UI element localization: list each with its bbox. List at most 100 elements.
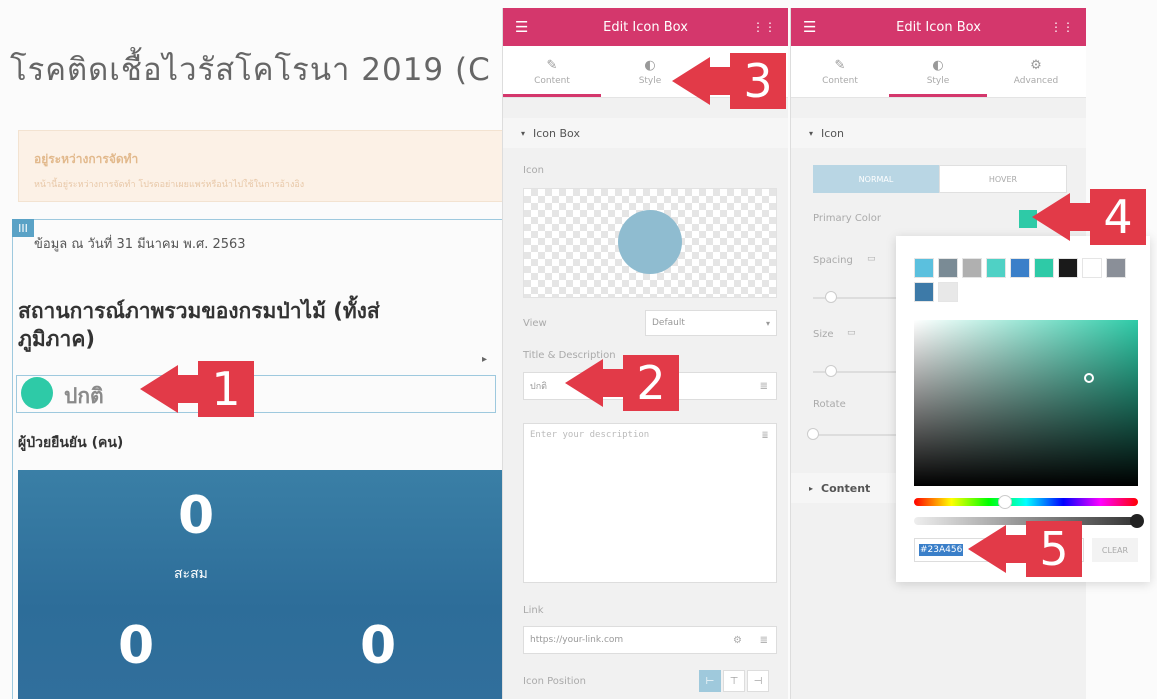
view-label: View (523, 318, 547, 329)
callout-3: 3 (672, 53, 786, 109)
section-icon-label: Icon (821, 126, 845, 140)
caret-down-icon: ▾ (521, 128, 526, 138)
stat-right-value: 0 (360, 616, 397, 676)
monitor-icon[interactable]: ▭ (867, 254, 876, 264)
saturation-cursor[interactable] (1084, 373, 1094, 383)
pencil-icon: ✎ (546, 58, 558, 73)
section-content-label: Content (821, 481, 871, 495)
monitor-icon[interactable]: ▭ (847, 328, 856, 338)
pencil-icon: ✎ (834, 58, 846, 73)
tab-advanced[interactable]: ⚙ Advanced (987, 46, 1085, 97)
callout-2: 2 (565, 355, 679, 411)
panel-header: ☰ Edit Icon Box ⋮⋮ (503, 8, 788, 46)
tab-content-label: Content (822, 76, 858, 86)
color-swatch[interactable] (938, 258, 958, 278)
tab-normal[interactable]: NORMAL (813, 165, 939, 193)
hue-slider[interactable] (914, 495, 1138, 509)
panel-title: Edit Icon Box (896, 19, 981, 35)
circle-icon (618, 210, 682, 274)
tab-style[interactable]: ◐ Style (889, 46, 987, 97)
tab-content-label: Content (534, 76, 570, 86)
page-title: โรคติดเชื้อไวรัสโคโรนา 2019 (C (10, 52, 491, 88)
color-swatch[interactable] (1058, 258, 1078, 278)
spacing-slider-knob[interactable] (825, 291, 837, 303)
description-placeholder: Enter your description (530, 430, 650, 440)
hamburger-menu-icon[interactable]: ☰ (515, 18, 528, 36)
section-handle[interactable]: III (12, 219, 34, 237)
panel-tabs: ✎ Content ◐ Style ⚙ Advanced (791, 46, 1086, 98)
description-textarea[interactable]: Enter your description ≣ (523, 423, 777, 583)
stat-total-value: 0 (178, 486, 215, 546)
database-icon[interactable]: ≣ (762, 430, 768, 441)
tab-advanced-label: Advanced (1013, 76, 1059, 86)
color-swatch[interactable] (1010, 258, 1030, 278)
hamburger-menu-icon[interactable]: ☰ (803, 18, 816, 36)
edit-panel-content: ☰ Edit Icon Box ⋮⋮ ✎ Content ◐ Style ▾ I… (502, 8, 788, 699)
section-title: สถานการณ์ภาพรวมของกรมป่าไม้ (ทั้งส่ ภูมิ… (18, 297, 508, 353)
color-swatches (914, 258, 1138, 302)
link-placeholder: https://your-link.com (530, 635, 624, 645)
section-content[interactable]: ▸ Content (791, 473, 897, 503)
gear-icon: ⚙ (1030, 58, 1042, 73)
database-icon[interactable]: ≣ (760, 635, 768, 646)
view-select[interactable]: Default ▾ (645, 310, 777, 336)
icon-preview[interactable] (523, 188, 777, 298)
section-icon[interactable]: ▾ Icon (791, 118, 1086, 148)
size-slider-knob[interactable] (825, 365, 837, 377)
color-swatch[interactable] (962, 258, 982, 278)
align-top-icon[interactable]: ⊤ (723, 670, 745, 692)
grid-apps-icon[interactable]: ⋮⋮ (752, 20, 776, 34)
align-left-icon[interactable]: ⊢ (699, 670, 721, 692)
clear-button[interactable]: CLEAR (1092, 538, 1138, 562)
cursor-icon: ▸ (482, 354, 488, 365)
tab-style-label: Style (926, 76, 950, 86)
rotate-slider-knob[interactable] (807, 428, 819, 440)
gear-icon[interactable]: ⚙ (733, 635, 742, 646)
tab-style-label: Style (638, 76, 662, 86)
link-label: Link (523, 605, 544, 616)
callout-2-number: 2 (636, 356, 666, 410)
patients-label: ผู้ป่วยยืนยัน (คน) (18, 435, 124, 451)
caret-down-icon: ▾ (809, 128, 814, 138)
callout-1: 1 (140, 361, 254, 417)
alpha-knob[interactable] (1130, 514, 1144, 528)
color-swatch[interactable] (1034, 258, 1054, 278)
saturation-field[interactable] (914, 320, 1138, 486)
callout-4-number: 4 (1103, 190, 1133, 244)
grid-apps-icon[interactable]: ⋮⋮ (1050, 20, 1074, 34)
tab-content[interactable]: ✎ Content (503, 46, 601, 97)
tab-content[interactable]: ✎ Content (791, 46, 889, 97)
icon-position-label: Icon Position (523, 676, 587, 687)
status-label: ปกติ (64, 384, 104, 408)
color-swatch[interactable] (986, 258, 1006, 278)
stat-left-value: 0 (118, 616, 155, 676)
callout-4: 4 (1032, 189, 1146, 245)
status-circle-icon (21, 377, 53, 409)
stat-total-label: สะสม (174, 566, 208, 582)
hex-value: #23A456 (919, 544, 964, 556)
panel-title: Edit Icon Box (603, 19, 688, 35)
color-swatch[interactable] (914, 282, 934, 302)
database-icon[interactable]: ≣ (760, 381, 768, 392)
link-input[interactable]: https://your-link.com ⚙ ≣ (523, 626, 777, 654)
hue-knob[interactable] (998, 495, 1012, 509)
chevron-down-icon: ▾ (765, 318, 770, 328)
icon-position-toggle: ⊢ ⊤ ⊣ (699, 670, 769, 692)
caret-right-icon: ▸ (809, 483, 814, 493)
callout-5-number: 5 (1039, 522, 1069, 576)
color-swatch[interactable] (1106, 258, 1126, 278)
align-right-icon[interactable]: ⊣ (747, 670, 769, 692)
state-tabs: NORMAL HOVER (813, 165, 1067, 193)
section-icon-box-label: Icon Box (533, 126, 580, 140)
color-swatch[interactable] (938, 282, 958, 302)
section-title-line2: ภูมิภาค) (18, 327, 95, 351)
spacing-label: Spacing (813, 255, 853, 266)
title-value: ปกติ (530, 382, 548, 392)
callout-3-number: 3 (743, 54, 773, 108)
color-swatch[interactable] (914, 258, 934, 278)
callout-1-number: 1 (211, 362, 241, 416)
half-circle-icon: ◐ (932, 58, 944, 73)
icon-label: Icon (523, 165, 544, 176)
section-icon-box[interactable]: ▾ Icon Box (503, 118, 788, 148)
color-swatch[interactable] (1082, 258, 1102, 278)
